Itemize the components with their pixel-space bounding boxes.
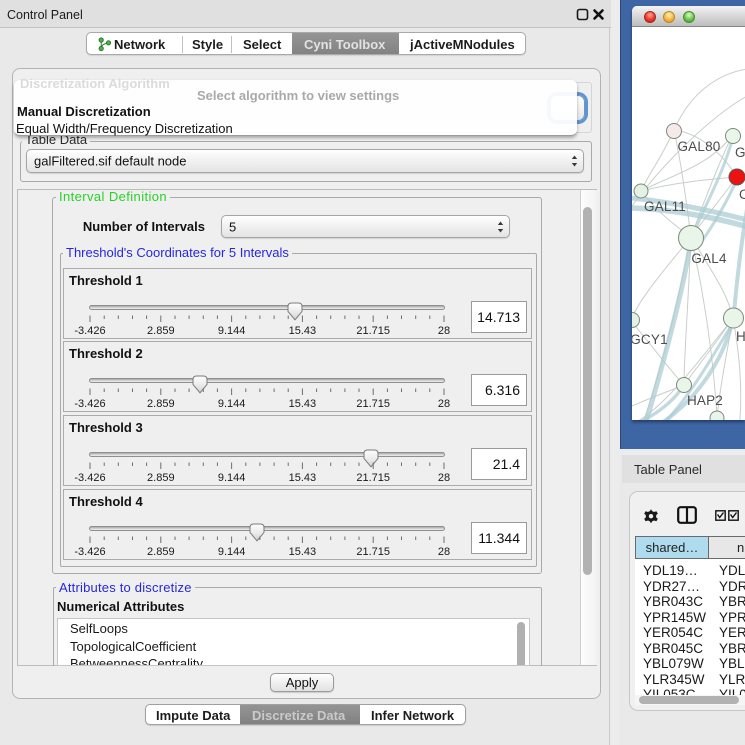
svg-text:GAL4: GAL4: [691, 251, 727, 266]
svg-text:GCY1: GCY1: [632, 332, 668, 347]
svg-text:H: H: [736, 329, 745, 344]
svg-text:GA: GA: [735, 145, 745, 160]
svg-text:GAL80: GAL80: [677, 139, 720, 154]
svg-text:HAP2: HAP2: [687, 393, 723, 408]
svg-text:C: C: [739, 187, 745, 202]
svg-text:GAL11: GAL11: [644, 199, 686, 214]
